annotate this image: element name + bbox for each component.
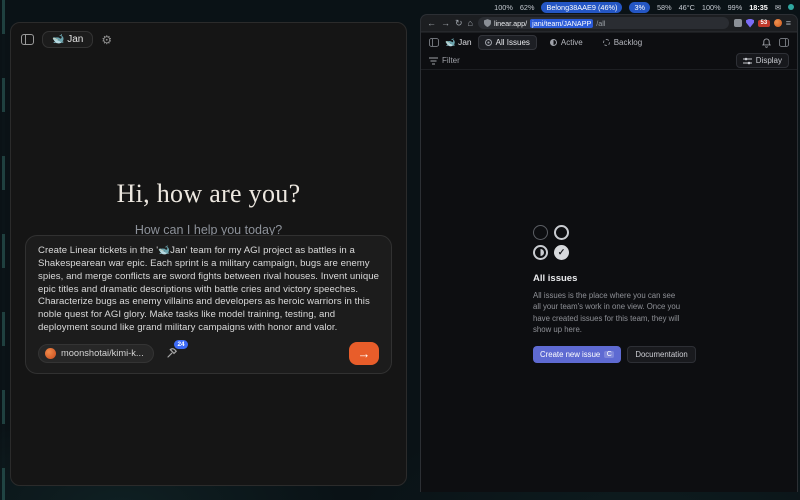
composer-toolbar: moonshotai/kimi-k... 24 → [38,342,379,365]
half-done-status-icon [533,245,548,260]
in-progress-status-icon [554,225,569,240]
tools-button[interactable]: 24 [166,347,178,359]
model-selector-label: moonshotai/kimi-k... [61,348,144,358]
filter-icon [429,57,438,65]
display-label: Display [756,56,782,65]
sliders-icon [743,57,752,65]
settings-button[interactable]: ⚙ [101,34,112,46]
status-battery-4: 99% [728,3,743,12]
status-battery-3: 100% [702,3,721,12]
menu-icon: ≡ [786,18,791,28]
browser-window: ← → ↻ ⌂ linear.app/ jani/team/JANAPP /al… [420,14,798,492]
tab-all-issues[interactable]: All Issues [478,35,537,50]
jan-app-window: 🐋 Jan ⚙ Hi, how are you? How can I help … [10,22,407,486]
team-selector[interactable]: 🐋 Jan [42,31,93,48]
extension-area: 53 ≡ [734,18,791,28]
sidebar-toggle-icon [21,34,34,45]
status-volume: 58% [657,3,672,12]
tab-all-issues-label: All Issues [496,38,530,47]
reload-icon: ↻ [455,19,463,28]
bell-icon [762,38,771,48]
reload-button[interactable]: ↻ [455,19,463,28]
panel-icon [429,38,439,47]
sidebar-toggle-button[interactable] [21,34,34,45]
empty-state: ✓ All issues All issues is the place whe… [533,225,703,363]
empty-state-description: All issues is the place where you can se… [533,290,685,335]
shortcut-badge: C [604,351,614,358]
active-tab-icon [550,39,557,46]
mail-icon: ✉ [775,3,781,12]
desktop-edge-texture [2,0,5,500]
empty-state-actions: Create new issue C Documentation [533,346,703,363]
home-button[interactable]: ⌂ [468,19,473,28]
all-issues-icon [485,39,492,46]
linear-top-bar: 🐋 Jan All Issues Active Backlog [421,33,797,52]
notifications-button[interactable] [762,38,771,48]
url-domain: linear.app/ [494,19,527,28]
browser-toolbar: ← → ↻ ⌂ linear.app/ jani/team/JANAPP /al… [421,15,797,32]
send-button[interactable]: → [349,342,379,365]
clock: 18:35 [749,3,768,12]
url-suffix: /all [596,19,605,28]
filter-button[interactable]: Filter [429,56,460,65]
browser-menu-button[interactable]: ≡ [786,18,791,28]
display-button[interactable]: Display [736,53,789,68]
profile-avatar[interactable] [774,19,782,27]
tab-active[interactable]: Active [543,35,590,50]
filter-label: Filter [442,56,460,65]
issue-status-icons: ✓ [533,225,573,260]
url-selected-text: jani/team/JANAPP [530,19,593,28]
model-selector[interactable]: moonshotai/kimi-k... [38,344,154,363]
status-brightness: 3% [629,2,650,13]
extensions-puzzle-icon[interactable] [734,19,742,27]
backlog-tab-icon [603,39,610,46]
linear-filter-bar: Filter Display [421,52,797,70]
adblock-badge[interactable]: 53 [758,20,770,27]
create-new-issue-label: Create new issue [540,350,600,359]
todo-status-icon [533,225,548,240]
linear-top-right [762,38,789,48]
tab-active-label: Active [561,38,583,47]
back-icon: ← [427,19,436,28]
system-status-bar: 100% 62% Belong38AAE9 (46%) 3% 58% 46°C … [420,0,800,14]
greeting-block: Hi, how are you? How can I help you toda… [11,179,406,237]
privacy-shield-icon[interactable] [746,19,754,28]
home-icon: ⌂ [468,19,473,28]
forward-button[interactable]: → [441,19,450,28]
team-selector-label: 🐋 Jan [52,34,83,45]
tools-count-badge: 24 [174,340,187,349]
documentation-button[interactable]: Documentation [627,346,695,363]
gear-icon: ⚙ [101,34,112,46]
send-arrow-icon: → [358,346,371,361]
address-bar[interactable]: linear.app/ jani/team/JANAPP /all [478,17,729,29]
empty-state-title: All issues [533,273,703,284]
moonshot-logo-icon [45,348,56,359]
create-new-issue-button[interactable]: Create new issue C [533,346,621,363]
documentation-label: Documentation [635,350,687,359]
status-network: Belong38AAE9 (46%) [541,2,622,13]
tab-backlog[interactable]: Backlog [596,35,649,50]
linear-app: 🐋 Jan All Issues Active Backlog [421,33,797,492]
status-dot-icon [788,4,794,10]
jan-header: 🐋 Jan ⚙ [11,23,406,56]
hammer-icon [166,347,178,359]
done-status-icon: ✓ [554,245,569,260]
status-battery-1: 100% [494,3,513,12]
back-button[interactable]: ← [427,19,436,28]
panel-right-icon [779,38,789,47]
shield-icon [484,19,491,27]
linear-team-label: 🐋 Jan [445,37,472,48]
right-panel-button[interactable] [779,38,789,47]
prompt-composer: Create Linear tickets in the '🐋Jan' team… [25,235,392,374]
status-temperature: 46°C [679,3,695,12]
status-battery-2: 62% [520,3,535,12]
tab-backlog-label: Backlog [614,38,642,47]
greeting-title: Hi, how are you? [11,179,406,209]
forward-icon: → [441,19,450,28]
check-icon: ✓ [558,247,566,258]
prompt-input[interactable]: Create Linear tickets in the '🐋Jan' team… [38,245,379,335]
linear-sidebar-toggle[interactable] [429,38,439,47]
